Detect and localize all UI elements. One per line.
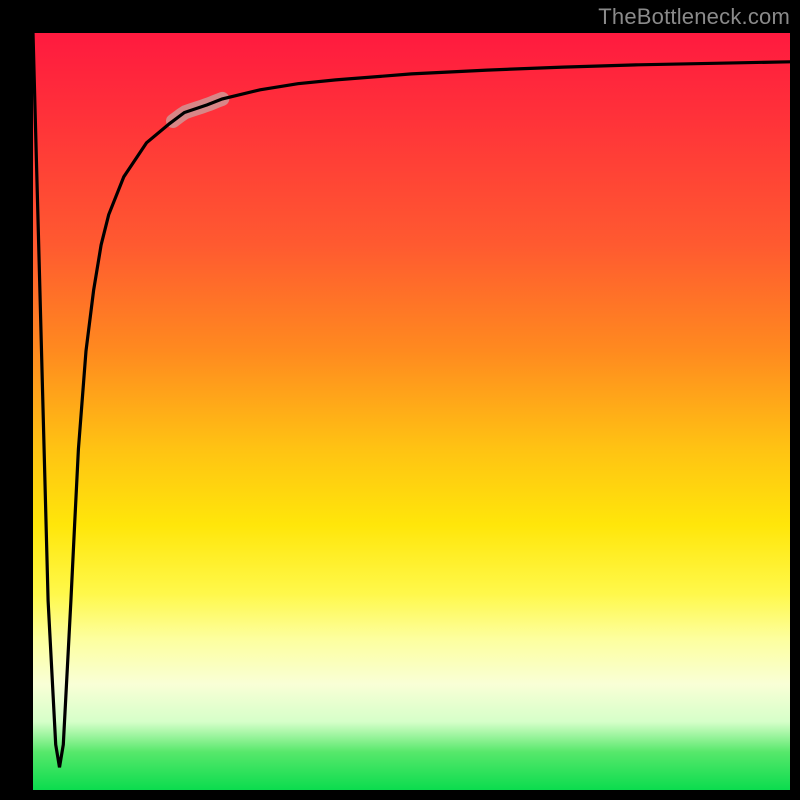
chart-frame: TheBottleneck.com (0, 0, 800, 800)
curve-layer (33, 33, 790, 790)
watermark-text: TheBottleneck.com (598, 4, 790, 30)
main-curve (33, 33, 790, 767)
plot-area (33, 33, 790, 790)
